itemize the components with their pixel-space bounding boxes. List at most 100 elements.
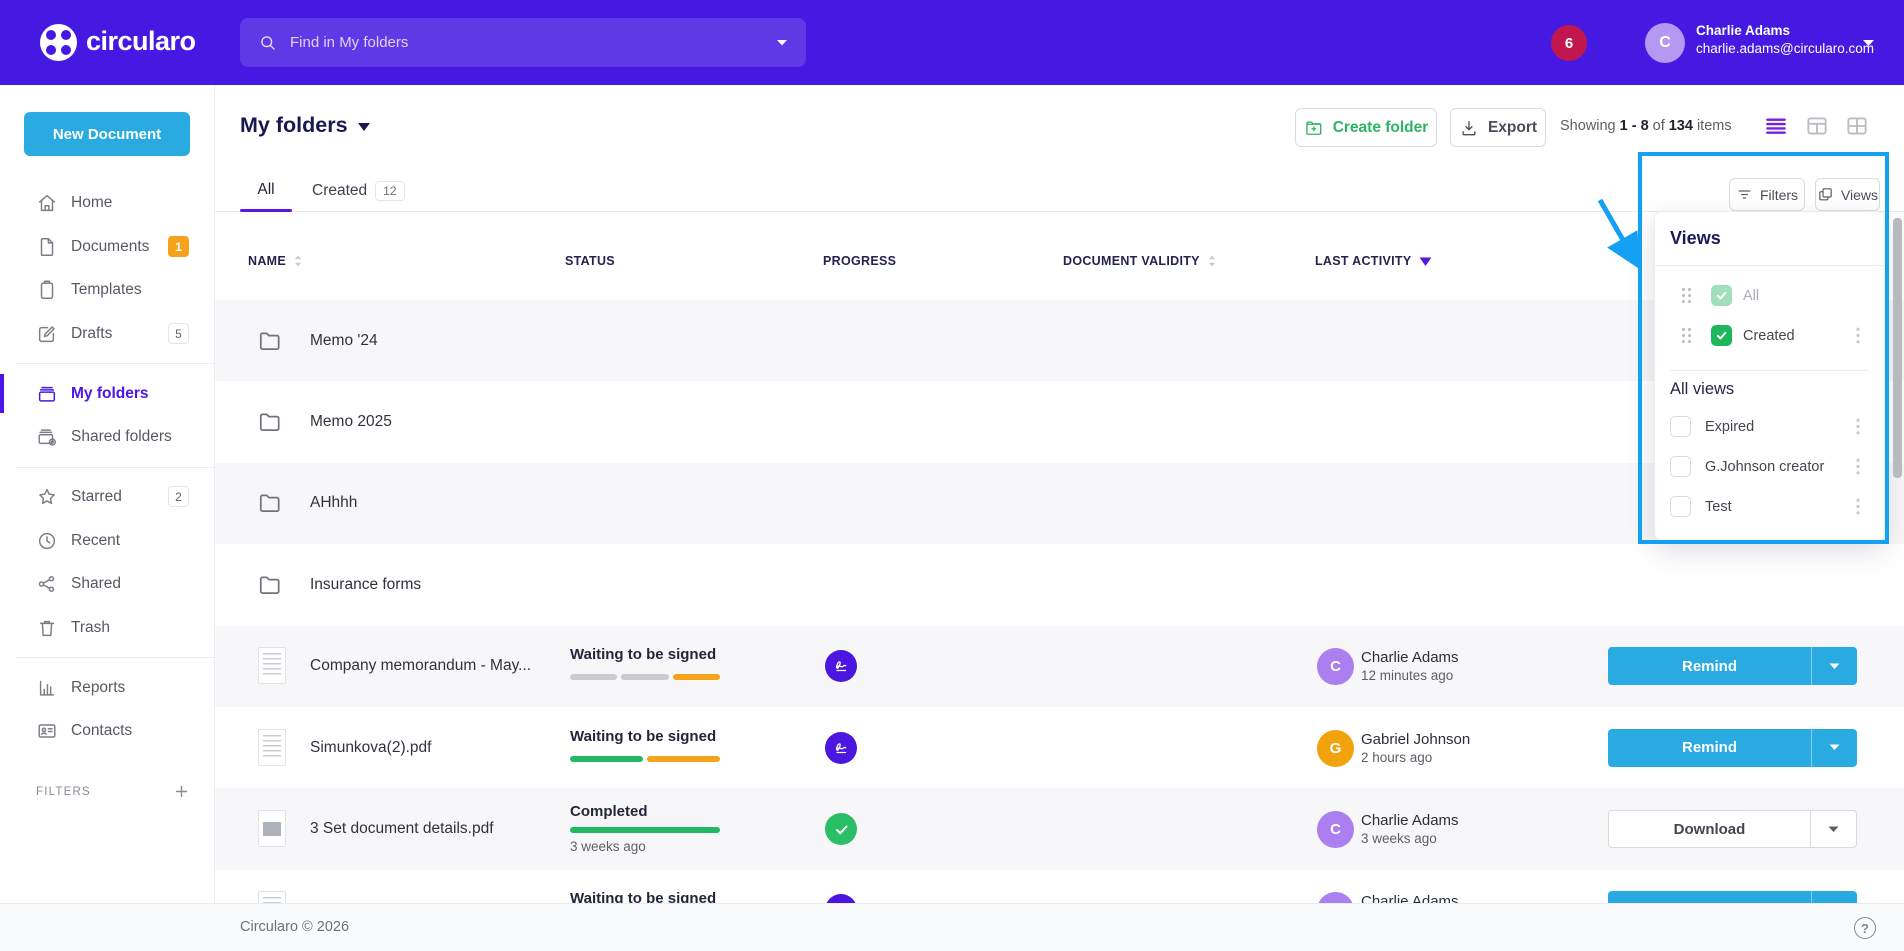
- document-icon: [36, 236, 58, 258]
- row-name: Insurance forms: [310, 576, 421, 594]
- kebab-menu-icon[interactable]: [1856, 327, 1860, 344]
- sidebar-item-label: Shared folders: [71, 428, 172, 446]
- column-header-status[interactable]: STATUS: [565, 251, 615, 271]
- signature-pending-icon: [825, 732, 857, 764]
- table-row[interactable]: Memo '24: [215, 300, 1904, 381]
- filters-button[interactable]: Filters: [1729, 178, 1805, 211]
- export-button[interactable]: Export: [1450, 108, 1546, 147]
- export-label: Export: [1488, 119, 1537, 137]
- top-bar: circularo 6 C Charlie Adams charlie.adam…: [0, 0, 1904, 85]
- title-caret-icon[interactable]: [358, 123, 370, 131]
- drag-handle-icon[interactable]: [1681, 287, 1692, 304]
- sort-neutral-icon[interactable]: [293, 254, 303, 268]
- user-info[interactable]: Charlie Adams charlie.adams@circularo.co…: [1696, 22, 1874, 58]
- brand-name: circularo: [86, 26, 196, 57]
- row-name: Memo 2025: [310, 413, 392, 431]
- column-header-document-validity[interactable]: DOCUMENT VALIDITY: [1063, 251, 1217, 271]
- search-input[interactable]: [290, 34, 776, 51]
- view-checkbox-g-johnson-creator[interactable]: [1670, 456, 1691, 477]
- search-scope-caret-icon[interactable]: [776, 39, 788, 47]
- table-row[interactable]: AHhhh: [215, 463, 1904, 544]
- showing-total: 134: [1669, 118, 1693, 134]
- table-row[interactable]: Company memorandum - May...Waiting to be…: [215, 626, 1904, 707]
- sort-desc-icon[interactable]: [1419, 257, 1432, 266]
- sidebar-item-label: Starred: [71, 488, 122, 506]
- remind-button[interactable]: Remind: [1608, 647, 1857, 685]
- search-icon: [258, 33, 278, 53]
- progress-segment: [673, 674, 720, 680]
- view-label: Created: [1743, 328, 1795, 344]
- folder-plus-icon: [1304, 118, 1324, 138]
- action-dropdown-caret-icon[interactable]: [1811, 891, 1857, 903]
- column-header-name[interactable]: NAME: [248, 251, 303, 271]
- action-dropdown-caret-icon[interactable]: [1810, 811, 1856, 847]
- new-document-button[interactable]: New Document: [24, 112, 190, 156]
- user-avatar[interactable]: C: [1645, 23, 1685, 63]
- drag-handle-icon[interactable]: [1681, 327, 1692, 344]
- progress-bar: [570, 674, 720, 680]
- sidebar-item-documents[interactable]: Documents1: [0, 225, 214, 269]
- download-icon: [1459, 118, 1479, 138]
- sidebar-item-templates[interactable]: Templates: [0, 268, 214, 312]
- pencil-icon: [36, 323, 58, 345]
- clipboard-icon: [36, 279, 58, 301]
- grid-view-toggle-icon[interactable]: [1844, 113, 1870, 139]
- row-name: AHhhh: [310, 494, 357, 512]
- sort-neutral-icon[interactable]: [1207, 254, 1217, 268]
- sidebar-item-recent[interactable]: Recent: [0, 519, 214, 563]
- table-row[interactable]: Simunkova(2).pdfWaiting to be signedGGab…: [215, 707, 1904, 788]
- sidebar-item-starred[interactable]: Starred2: [0, 475, 214, 519]
- views-button[interactable]: Views: [1815, 178, 1880, 211]
- tab-created-label: Created: [312, 182, 367, 200]
- action-dropdown-caret-icon[interactable]: [1811, 647, 1857, 685]
- views-panel-heading: Views: [1670, 228, 1721, 249]
- list-view-toggle-icon[interactable]: [1763, 113, 1789, 139]
- document-thumbnail-icon: [258, 891, 286, 903]
- table-row[interactable]: 3 Set document details.pdfCompleted3 wee…: [215, 788, 1904, 869]
- sidebar-item-trash[interactable]: Trash: [0, 606, 214, 650]
- tab-all[interactable]: All: [240, 181, 292, 199]
- sidebar-item-home[interactable]: Home: [0, 181, 214, 225]
- user-menu-caret-icon[interactable]: [1862, 39, 1875, 48]
- sidebar-item-drafts[interactable]: Drafts5: [0, 312, 214, 356]
- sidebar-item-contacts[interactable]: Contacts: [0, 710, 214, 754]
- table-view-toggle-icon[interactable]: [1804, 113, 1830, 139]
- global-search[interactable]: [240, 18, 806, 67]
- create-folder-button[interactable]: Create folder: [1295, 108, 1437, 147]
- view-checkbox-all[interactable]: [1711, 285, 1732, 306]
- status-text: Waiting to be signed: [570, 890, 716, 903]
- view-checkbox-created[interactable]: [1711, 325, 1732, 346]
- sidebar-item-shared-folders[interactable]: Shared folders: [0, 415, 214, 459]
- sidebar-item-reports[interactable]: Reports: [0, 666, 214, 710]
- add-filter-icon[interactable]: [173, 783, 190, 800]
- column-header-last-activity[interactable]: LAST ACTIVITY: [1315, 251, 1432, 271]
- table-row[interactable]: Waiting to be signedCCharlie AdamsRemind: [215, 870, 1904, 903]
- document-thumbnail-icon: [258, 729, 286, 766]
- kebab-menu-icon[interactable]: [1856, 458, 1860, 475]
- folder-icon: [257, 572, 283, 598]
- sidebar-item-shared[interactable]: Shared: [0, 563, 214, 607]
- view-label: Test: [1705, 499, 1732, 515]
- remind-button[interactable]: Remind: [1608, 729, 1857, 767]
- help-icon[interactable]: ?: [1854, 917, 1876, 939]
- sidebar-divider: [15, 363, 214, 364]
- status-time: 3 weeks ago: [570, 839, 646, 854]
- view-checkbox-expired[interactable]: [1670, 416, 1691, 437]
- action-dropdown-caret-icon[interactable]: [1811, 729, 1857, 767]
- completed-check-icon: [825, 813, 857, 845]
- kebab-menu-icon[interactable]: [1856, 498, 1860, 515]
- kebab-menu-icon[interactable]: [1856, 418, 1860, 435]
- table-row[interactable]: Memo 2025: [215, 381, 1904, 462]
- notification-badge[interactable]: 6: [1551, 25, 1587, 61]
- remind-button[interactable]: Remind: [1608, 891, 1857, 903]
- folder-icon: [257, 409, 283, 435]
- download-button[interactable]: Download: [1608, 810, 1857, 848]
- page-scrollbar-thumb[interactable]: [1893, 218, 1902, 478]
- view-checkbox-test[interactable]: [1670, 496, 1691, 517]
- column-header-progress[interactable]: PROGRESS: [823, 251, 896, 271]
- views-button-label: Views: [1841, 187, 1878, 203]
- sidebar-item-my-folders[interactable]: My folders: [0, 372, 214, 416]
- document-thumbnail-icon: [258, 647, 286, 684]
- tab-created[interactable]: Created 12: [312, 181, 405, 201]
- table-row[interactable]: Insurance forms: [215, 544, 1904, 625]
